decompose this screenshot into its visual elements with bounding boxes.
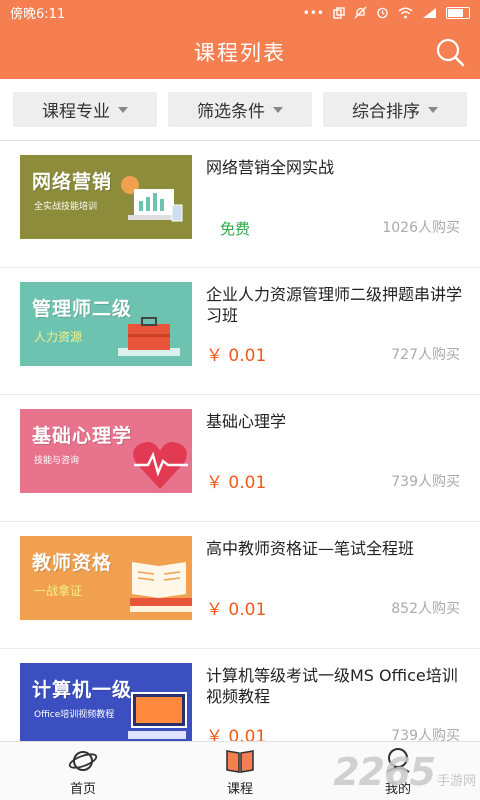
course-thumbnail: 基础心理学 技能与咨询 — [20, 409, 192, 493]
course-price: ￥ 0.01 — [206, 346, 267, 366]
course-item[interactable]: 计算机一级 Office培训视频教程 计算机等级考试一级MS Office培训视… — [0, 649, 480, 741]
course-buyers: 1026人购买 — [382, 220, 460, 236]
tab-home-label: 首页 — [69, 782, 96, 797]
thumbnail-title: 基础心理学 — [32, 425, 133, 447]
book-open-icon — [226, 750, 254, 773]
course-buyers: 852人购买 — [391, 601, 460, 617]
briefcase-illustration-icon — [118, 317, 180, 356]
watermark-logo: 2265 手游网 — [333, 750, 476, 794]
course-price: 免费 — [220, 220, 251, 238]
thumbnail-subtitle: 全实战技能培训 — [34, 202, 98, 212]
battery-icon — [446, 6, 470, 19]
course-item[interactable]: 教师资格 一战拿证 高中教师资格证—笔试全程班 ￥ 0.01 852人购买 — [0, 522, 480, 649]
course-title: 基础心理学 — [206, 412, 287, 431]
course-list: 网络营销 全实战技能培训 网络营销全网实战 免费 1026人购买 管理师二级 人… — [0, 141, 480, 741]
course-buyers: 739人购买 — [391, 728, 460, 741]
status-bar: 傍晚6:11 ••• — [0, 0, 480, 25]
course-item[interactable]: 基础心理学 技能与咨询 基础心理学 ￥ 0.01 739人购买 — [0, 395, 480, 522]
tab-home[interactable]: 首页 — [33, 742, 133, 800]
page-title: 课程列表 — [194, 41, 286, 65]
course-price: ￥ 0.01 — [206, 600, 267, 620]
app-header: 课程列表 — [0, 25, 480, 79]
planet-icon — [68, 751, 98, 771]
tab-course[interactable]: 课程 — [190, 742, 290, 800]
sort-dropdown[interactable]: 综合排序 — [323, 92, 467, 127]
thumbnail-title: 网络营销 — [32, 171, 113, 193]
course-title: 网络营销全网实战 — [206, 158, 335, 177]
course-title: 高中教师资格证—笔试全程班 — [206, 539, 415, 558]
course-thumbnail: 管理师二级 人力资源 — [20, 282, 192, 366]
caret-down-icon — [428, 106, 438, 113]
tab-course-label: 课程 — [226, 782, 253, 797]
course-title: 计算机等级考试一级MS Office培训视频教程 — [206, 666, 458, 706]
course-buyers: 739人购买 — [391, 474, 460, 490]
search-icon[interactable] — [434, 36, 466, 68]
thumbnail-subtitle: 人力资源 — [34, 330, 83, 344]
course-buyers: 727人购买 — [391, 347, 460, 363]
watermark-number: 2265 — [333, 750, 436, 794]
course-thumbnail: 网络营销 全实战技能培训 — [20, 155, 192, 239]
course-price: ￥ 0.01 — [206, 473, 267, 493]
status-icons: ••• — [303, 6, 470, 20]
thumbnail-title: 计算机一级 — [32, 679, 133, 701]
filter-conditions-label: 筛选条件 — [197, 102, 265, 122]
thumbnail-subtitle: 技能与咨询 — [34, 456, 80, 466]
dots-icon: ••• — [302, 5, 324, 20]
course-item[interactable]: 网络营销 全实战技能培训 网络营销全网实战 免费 1026人购买 — [0, 141, 480, 268]
computer-illustration-icon — [128, 692, 187, 739]
course-thumbnail: 教师资格 一战拿证 — [20, 536, 192, 620]
thumbnail-subtitle: 一战拿证 — [34, 584, 83, 598]
wifi-icon — [398, 7, 413, 18]
thumbnail-subtitle: Office培训视频教程 — [34, 710, 115, 720]
course-title: 企业人力资源管理师二级押题串讲学习班 — [206, 285, 463, 325]
course-item[interactable]: 管理师二级 人力资源 企业人力资源管理师二级押题串讲学习班 ￥ 0.01 727… — [0, 268, 480, 395]
filter-major-label: 课程专业 — [42, 102, 110, 122]
filter-conditions-dropdown[interactable]: 筛选条件 — [168, 92, 312, 127]
bottom-tab-bar: 首页 课程 我的 2265 手游网 — [0, 741, 480, 800]
sort-label: 综合排序 — [352, 102, 420, 122]
course-price: ￥ 0.01 — [206, 727, 267, 741]
alarm-icon — [377, 7, 388, 19]
book-illustration-icon — [130, 562, 192, 612]
filter-bar: 课程专业 筛选条件 综合排序 — [0, 79, 480, 141]
thumbnail-title: 教师资格 — [32, 552, 113, 574]
heart-illustration-icon — [133, 442, 188, 489]
course-thumbnail: 计算机一级 Office培训视频教程 — [20, 663, 192, 741]
watermark-text: 手游网 — [436, 774, 476, 789]
signal-icon — [423, 7, 436, 18]
caret-down-icon — [273, 106, 283, 113]
laptop-illustration-icon — [121, 176, 183, 222]
filter-major-dropdown[interactable]: 课程专业 — [13, 92, 157, 127]
caret-down-icon — [118, 106, 128, 113]
copy-icon — [333, 6, 345, 19]
status-time: 傍晚6:11 — [10, 7, 66, 22]
mute-icon — [354, 6, 367, 19]
